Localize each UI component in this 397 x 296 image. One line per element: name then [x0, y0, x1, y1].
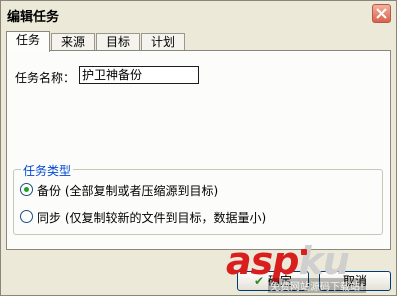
backup-radio-label[interactable]: 备份 (全部复制或者压缩源到目标) — [37, 182, 218, 199]
backup-radio[interactable] — [20, 183, 33, 196]
task-name-label: 任务名称： — [15, 71, 76, 85]
window-title: 编辑任务 — [7, 10, 60, 25]
sync-radio[interactable] — [20, 210, 33, 223]
tab-task[interactable]: 任务 — [6, 31, 50, 52]
close-icon — [376, 8, 387, 19]
sync-radio-label[interactable]: 同步 (仅复制较新的文件到目标，数据量小) — [37, 209, 266, 226]
watermark-tagline: 免费网站源码下载站! — [268, 278, 367, 293]
tab-source[interactable]: 来源 — [51, 33, 95, 51]
logo-asp: asp — [226, 239, 299, 283]
close-button[interactable] — [372, 4, 391, 23]
edit-task-dialog: 编辑任务 任务 来源 目标 计划 任务名称： 护卫神备份 任务类型 备份 (全部… — [0, 0, 397, 296]
title-bar: 编辑任务 — [1, 1, 396, 27]
task-type-title: 任务类型 — [21, 162, 74, 179]
tab-schedule[interactable]: 计划 — [141, 33, 185, 51]
logo-ku: ku — [298, 239, 349, 283]
tab-target[interactable]: 目标 — [96, 33, 140, 51]
task-name-input[interactable]: 护卫神备份 — [79, 66, 199, 84]
radio-selected-dot — [24, 187, 29, 192]
watermark-logo: aspku — [226, 239, 350, 283]
logo-accent — [301, 249, 307, 255]
